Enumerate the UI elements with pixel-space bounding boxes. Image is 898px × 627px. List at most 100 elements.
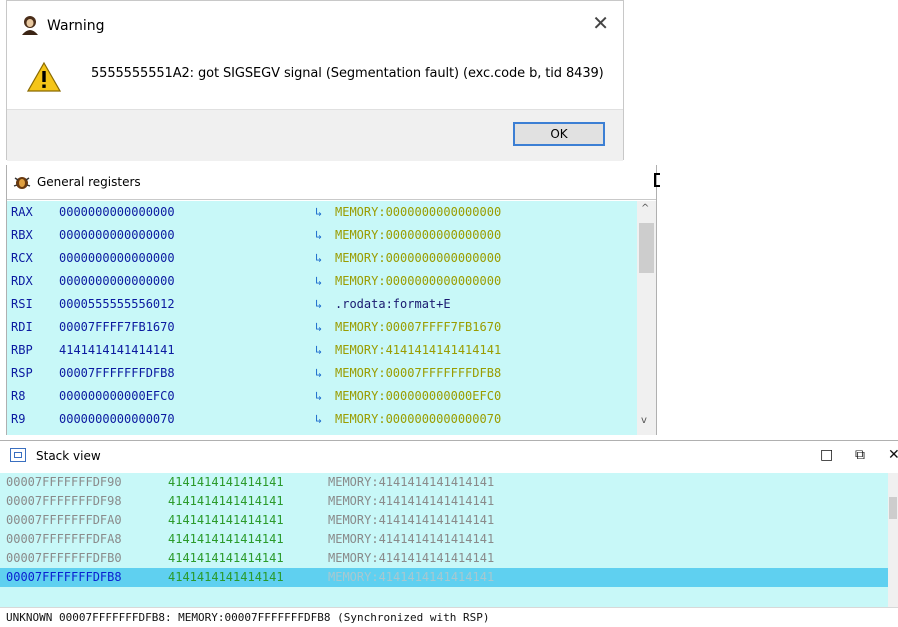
jump-arrow-icon[interactable]: ↳ bbox=[315, 408, 322, 431]
register-row-rdi[interactable]: RDI 00007FFFF7FB1670 ↳ MEMORY:00007FFFF7… bbox=[7, 316, 637, 339]
stack-scrollbar[interactable] bbox=[888, 473, 898, 607]
register-name: R9 bbox=[11, 412, 26, 426]
stack-address[interactable]: 00007FFFFFFFDF98 bbox=[6, 492, 122, 511]
dialog-button-bar: OK bbox=[7, 109, 623, 161]
register-value[interactable]: 0000000000000000 bbox=[59, 247, 175, 270]
jump-arrow-icon[interactable]: ↳ bbox=[315, 385, 322, 408]
register-reference[interactable]: MEMORY:0000000000000000 bbox=[335, 224, 501, 247]
register-row-rdx[interactable]: RDX 0000000000000000 ↳ MEMORY:0000000000… bbox=[7, 270, 637, 293]
register-value[interactable]: 00007FFFFFFFDFB8 bbox=[59, 362, 175, 385]
stack-row[interactable]: 00007FFFFFFFDF90 4141414141414141 MEMORY… bbox=[0, 473, 888, 492]
stack-view-title: Stack view bbox=[36, 449, 101, 463]
register-value[interactable]: 4141414141414141 bbox=[59, 339, 175, 362]
register-row-rax[interactable]: RAX 0000000000000000 ↳ MEMORY:0000000000… bbox=[7, 201, 637, 224]
stack-list[interactable]: 00007FFFFFFFDF90 4141414141414141 MEMORY… bbox=[0, 473, 888, 607]
registers-scrollbar[interactable]: ^ v bbox=[637, 201, 656, 435]
register-value[interactable]: 0000000000000000 bbox=[59, 270, 175, 293]
stack-value[interactable]: 4141414141414141 bbox=[168, 530, 284, 549]
stack-view-header[interactable]: Stack view □ ⧉ ✕ bbox=[0, 440, 898, 473]
register-reference[interactable]: MEMORY:4141414141414141 bbox=[335, 339, 501, 362]
warning-dialog: Warning ✕ 5555555551A2: got SIGSEGV sign… bbox=[6, 0, 624, 161]
stack-value[interactable]: 4141414141414141 bbox=[168, 492, 284, 511]
register-value[interactable]: 0000000000000070 bbox=[59, 408, 175, 431]
general-registers-panel: General registers RAX 0000000000000000 ↳… bbox=[6, 165, 660, 435]
stack-row[interactable]: 00007FFFFFFFDFA0 4141414141414141 MEMORY… bbox=[0, 511, 888, 530]
register-name: RDX bbox=[11, 274, 33, 288]
register-reference[interactable]: MEMORY:0000000000000000 bbox=[335, 201, 501, 224]
stack-address[interactable]: 00007FFFFFFFDFB8 bbox=[6, 568, 122, 587]
register-value[interactable]: 0000555555556012 bbox=[59, 293, 175, 316]
register-row-rbx[interactable]: RBX 0000000000000000 ↳ MEMORY:0000000000… bbox=[7, 224, 637, 247]
register-row-rcx[interactable]: RCX 0000000000000000 ↳ MEMORY:0000000000… bbox=[7, 247, 637, 270]
stack-row[interactable]: 00007FFFFFFFDFA8 4141414141414141 MEMORY… bbox=[0, 530, 888, 549]
register-value[interactable]: 000000000000EFC0 bbox=[59, 385, 175, 408]
registers-title: General registers bbox=[37, 175, 141, 189]
register-reference[interactable]: MEMORY:00007FFFF7FB1670 bbox=[335, 316, 501, 339]
registers-list[interactable]: RAX 0000000000000000 ↳ MEMORY:0000000000… bbox=[7, 201, 637, 435]
dialog-message: 5555555551A2: got SIGSEGV signal (Segmen… bbox=[91, 66, 604, 81]
stack-view-panel: Stack view □ ⧉ ✕ 00007FFFFFFFDF90 414141… bbox=[0, 440, 898, 627]
register-value[interactable]: 0000000000000000 bbox=[59, 201, 175, 224]
stack-row-selected[interactable]: 00007FFFFFFFDFB8 4141414141414141 MEMORY… bbox=[0, 568, 888, 587]
register-name: R8 bbox=[11, 389, 26, 403]
app-icon bbox=[22, 16, 38, 35]
stack-value[interactable]: 4141414141414141 bbox=[168, 549, 284, 568]
register-name: RDI bbox=[11, 320, 33, 334]
dialog-title: Warning bbox=[47, 18, 105, 34]
stack-value[interactable]: 4141414141414141 bbox=[168, 473, 284, 492]
register-row-rbp[interactable]: RBP 4141414141414141 ↳ MEMORY:4141414141… bbox=[7, 339, 637, 362]
stack-view-icon bbox=[10, 448, 26, 462]
register-value[interactable]: 00007FFFF7FB1670 bbox=[59, 316, 175, 339]
close-icon[interactable]: ✕ bbox=[592, 13, 609, 33]
stack-address[interactable]: 00007FFFFFFFDF90 bbox=[6, 473, 122, 492]
register-name: RAX bbox=[11, 205, 33, 219]
jump-arrow-icon[interactable]: ↳ bbox=[315, 201, 322, 224]
jump-arrow-icon[interactable]: ↳ bbox=[315, 224, 322, 247]
register-reference[interactable]: MEMORY:000000000000EFC0 bbox=[335, 385, 501, 408]
stack-reference[interactable]: MEMORY:4141414141414141 bbox=[328, 511, 494, 530]
jump-arrow-icon[interactable]: ↳ bbox=[315, 362, 322, 385]
register-reference[interactable]: MEMORY:0000000000000000 bbox=[335, 270, 501, 293]
scrollbar-thumb[interactable] bbox=[889, 497, 897, 519]
register-reference[interactable]: MEMORY:00007FFFFFFFDFB8 bbox=[335, 362, 501, 385]
close-icon[interactable]: ✕ bbox=[888, 447, 898, 463]
dialog-titlebar[interactable]: Warning ✕ bbox=[7, 1, 623, 51]
scroll-down-icon[interactable]: v bbox=[641, 415, 647, 426]
register-name: RCX bbox=[11, 251, 33, 265]
register-row-rsp[interactable]: RSP 00007FFFFFFFDFB8 ↳ MEMORY:00007FFFFF… bbox=[7, 362, 637, 385]
register-name: RBP bbox=[11, 343, 33, 357]
register-name: RSP bbox=[11, 366, 33, 380]
jump-arrow-icon[interactable]: ↳ bbox=[315, 316, 322, 339]
stack-reference[interactable]: MEMORY:4141414141414141 bbox=[328, 530, 494, 549]
jump-arrow-icon[interactable]: ↳ bbox=[315, 270, 322, 293]
stack-value[interactable]: 4141414141414141 bbox=[168, 511, 284, 530]
register-name: RBX bbox=[11, 228, 33, 242]
stack-value[interactable]: 4141414141414141 bbox=[168, 568, 284, 587]
stack-address[interactable]: 00007FFFFFFFDFB0 bbox=[6, 549, 122, 568]
stack-reference[interactable]: MEMORY:4141414141414141 bbox=[328, 473, 494, 492]
jump-arrow-icon[interactable]: ↳ bbox=[315, 293, 322, 316]
jump-arrow-icon[interactable]: ↳ bbox=[315, 247, 322, 270]
stack-address[interactable]: 00007FFFFFFFDFA0 bbox=[6, 511, 122, 530]
jump-arrow-icon[interactable]: ↳ bbox=[315, 339, 322, 362]
stack-row[interactable]: 00007FFFFFFFDFB0 4141414141414141 MEMORY… bbox=[0, 549, 888, 568]
scroll-up-icon[interactable]: ^ bbox=[641, 203, 649, 214]
register-row-r9[interactable]: R9 0000000000000070 ↳ MEMORY:00000000000… bbox=[7, 408, 637, 431]
register-reference[interactable]: MEMORY:0000000000000070 bbox=[335, 408, 501, 431]
stack-row[interactable]: 00007FFFFFFFDF98 4141414141414141 MEMORY… bbox=[0, 492, 888, 511]
register-value[interactable]: 0000000000000000 bbox=[59, 224, 175, 247]
ok-button[interactable]: OK bbox=[513, 122, 605, 146]
float-window-icon[interactable]: ⧉ bbox=[855, 447, 865, 463]
register-name: RSI bbox=[11, 297, 33, 311]
stack-address[interactable]: 00007FFFFFFFDFA8 bbox=[6, 530, 122, 549]
register-row-rsi[interactable]: RSI 0000555555556012 ↳ .rodata:format+E bbox=[7, 293, 637, 316]
registers-header[interactable]: General registers bbox=[7, 165, 660, 200]
restore-icon[interactable]: □ bbox=[820, 447, 833, 463]
stack-reference[interactable]: MEMORY:4141414141414141 bbox=[328, 492, 494, 511]
stack-reference[interactable]: MEMORY:4141414141414141 bbox=[328, 549, 494, 568]
register-reference[interactable]: .rodata:format+E bbox=[335, 293, 451, 316]
register-reference[interactable]: MEMORY:0000000000000000 bbox=[335, 247, 501, 270]
register-row-r8[interactable]: R8 000000000000EFC0 ↳ MEMORY:00000000000… bbox=[7, 385, 637, 408]
scrollbar-thumb[interactable] bbox=[639, 223, 654, 273]
stack-reference[interactable]: MEMORY:4141414141414141 bbox=[328, 568, 494, 587]
